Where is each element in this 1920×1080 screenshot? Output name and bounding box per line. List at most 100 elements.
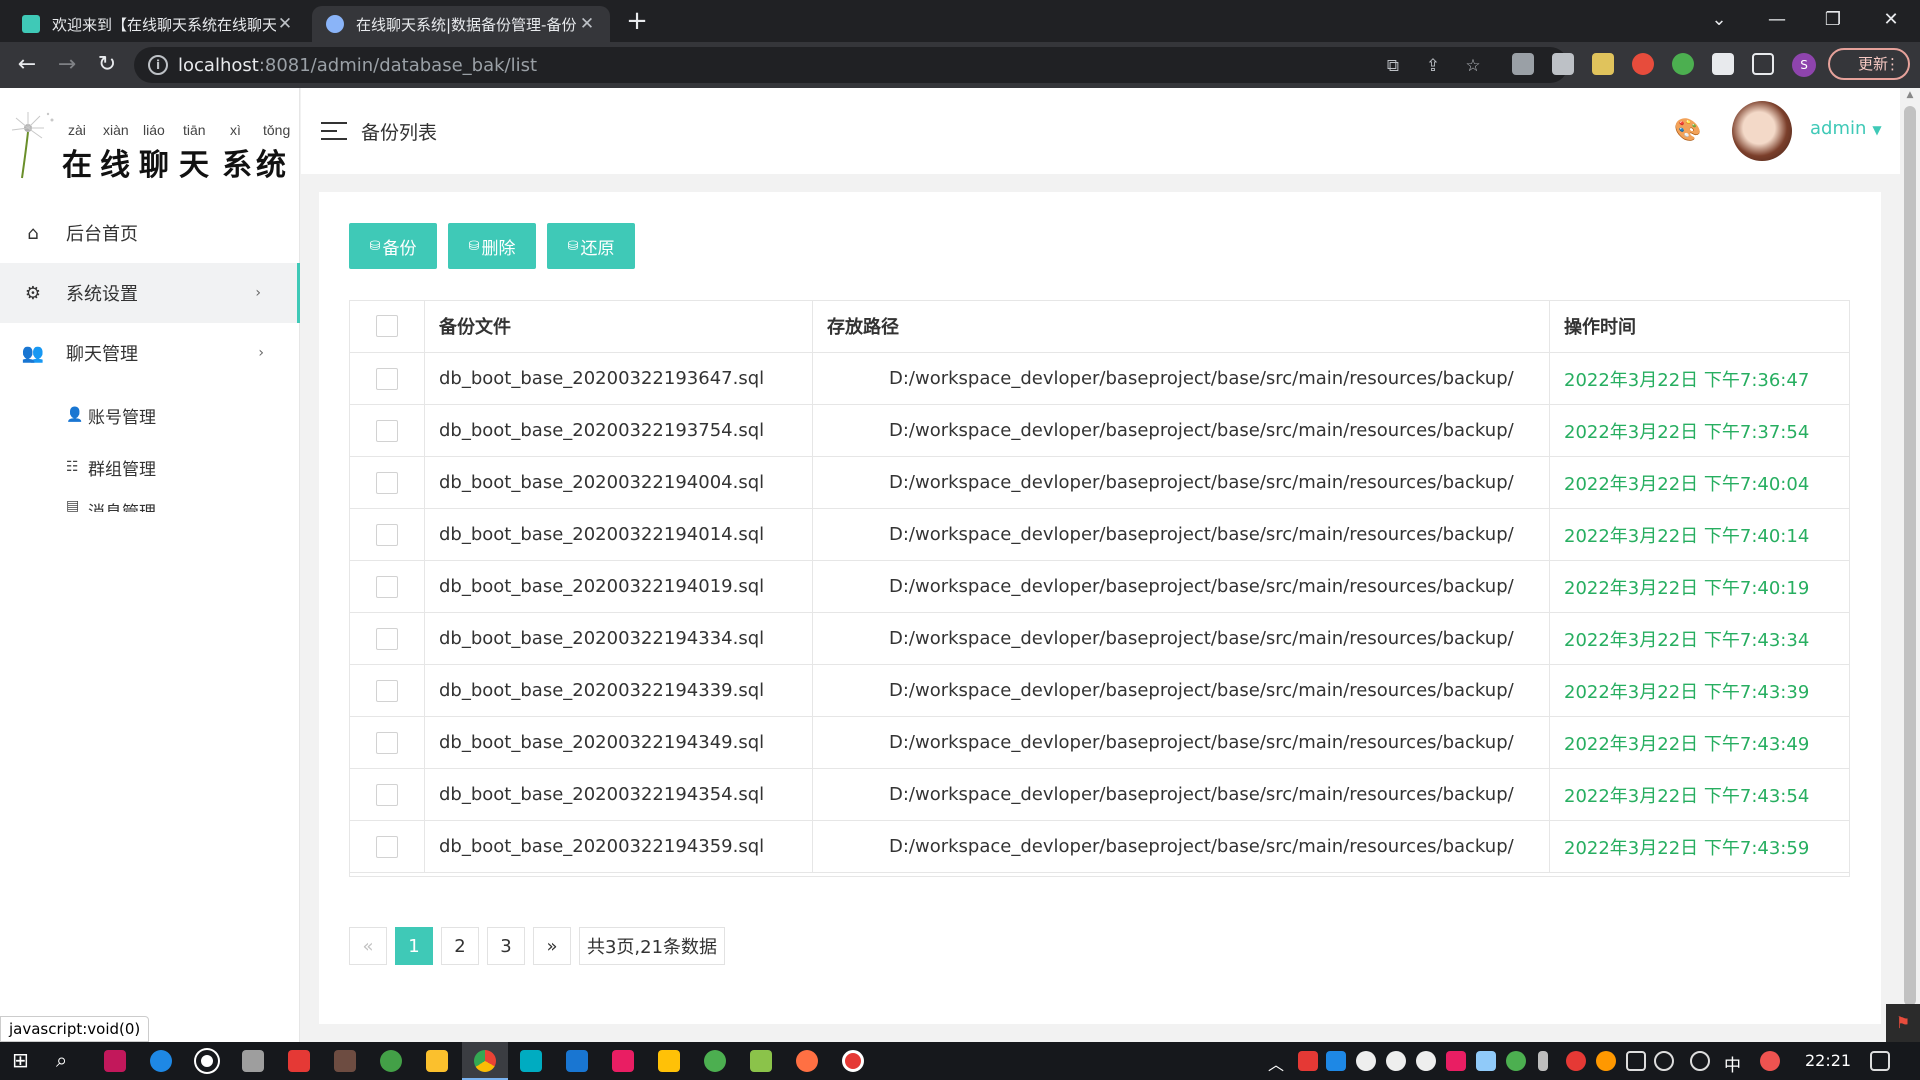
scrollbar-thumb[interactable] (1904, 106, 1916, 1006)
browser-tab[interactable]: 欢迎来到【在线聊天系统在线聊天 ✕ (8, 6, 308, 42)
row-checkbox[interactable] (375, 523, 398, 546)
taskbar-app-icon[interactable] (334, 1050, 356, 1072)
address-bar[interactable]: i localhost:8081/admin/database_bak/list… (134, 47, 1568, 83)
menu-toggle-icon[interactable] (321, 122, 347, 140)
flag-icon[interactable]: ⚑ (1886, 1004, 1920, 1042)
extension-camera-icon[interactable] (1552, 53, 1574, 75)
sidebar-item-chat-management[interactable]: 👥 聊天管理 › (0, 323, 300, 383)
tray-mic-icon[interactable] (1538, 1051, 1548, 1071)
share-icon[interactable]: ⇪ (1422, 55, 1444, 77)
firefox-icon[interactable] (796, 1050, 818, 1072)
close-tab-icon[interactable]: ✕ (276, 14, 294, 34)
tray-app-icon[interactable] (1326, 1051, 1346, 1071)
tray-record-icon[interactable] (1566, 1051, 1586, 1071)
bookmark-star-icon[interactable]: ☆ (1462, 55, 1484, 77)
restore-button[interactable]: ⛁ 还原 (547, 223, 635, 269)
minimize-button[interactable]: — (1752, 0, 1802, 42)
taskbar-app-icon[interactable] (104, 1050, 126, 1072)
row-checkbox[interactable] (375, 471, 398, 494)
tab-search-chevron-icon[interactable]: ⌄ (1694, 0, 1744, 42)
sidebar-subitem-messages[interactable]: ▤ 消息管理 (66, 498, 156, 512)
row-checkbox[interactable] (375, 367, 398, 390)
tray-app-icon[interactable] (1476, 1051, 1496, 1071)
sidebar-item-system-settings[interactable]: ⚙ 系统设置 › (0, 263, 300, 323)
taskbar-app-icon[interactable] (612, 1050, 634, 1072)
tray-qq-icon[interactable] (1416, 1051, 1436, 1071)
profile-avatar[interactable]: S (1792, 53, 1816, 77)
table-row[interactable]: db_boot_base_20200322194354.sql D:/works… (349, 769, 1850, 821)
taskbar-app-icon[interactable] (426, 1050, 448, 1072)
table-row[interactable]: db_boot_base_20200322193647.sql D:/works… (349, 353, 1850, 405)
user-menu[interactable]: admin ▼ (1810, 118, 1882, 139)
pagination-page-3[interactable]: 3 (487, 927, 525, 965)
column-header-file[interactable]: 备份文件 (425, 300, 813, 352)
side-panel-icon[interactable] (1752, 53, 1774, 75)
row-checkbox[interactable] (375, 835, 398, 858)
clock[interactable]: 22:21 (1805, 1051, 1851, 1070)
backup-button[interactable]: ⛁ 备份 (349, 223, 437, 269)
back-icon[interactable]: ← (12, 50, 42, 80)
pagination-page-1[interactable]: 1 (395, 927, 433, 965)
page-scrollbar[interactable]: ▲ (1900, 88, 1920, 1042)
column-header-path[interactable]: 存放路径 (813, 300, 1550, 352)
taskbar-app-icon[interactable] (196, 1050, 218, 1072)
pagination-page-2[interactable]: 2 (441, 927, 479, 965)
delete-button[interactable]: ⛁ 删除 (448, 223, 536, 269)
table-row[interactable]: db_boot_base_20200322194334.sql D:/works… (349, 613, 1850, 665)
tray-chevron-icon[interactable]: ︿ (1268, 1051, 1284, 1075)
notification-icon[interactable] (1870, 1051, 1890, 1071)
table-row[interactable]: db_boot_base_20200322194359.sql D:/works… (349, 821, 1850, 873)
sidebar-subitem-groups[interactable]: ☷ 群组管理 (66, 447, 156, 487)
record-icon[interactable] (842, 1050, 864, 1072)
avatar[interactable] (1732, 101, 1792, 161)
wechat-icon[interactable] (704, 1050, 726, 1072)
pen-icon[interactable] (1690, 1051, 1710, 1071)
network-icon[interactable] (1626, 1051, 1646, 1071)
forward-icon[interactable]: → (52, 50, 82, 80)
open-external-icon[interactable]: ⧉ (1382, 55, 1404, 77)
taskbar-app-icon[interactable] (520, 1050, 542, 1072)
row-checkbox[interactable] (375, 575, 398, 598)
table-row[interactable]: db_boot_base_20200322194014.sql D:/works… (349, 509, 1850, 561)
update-button[interactable]: 更新 ⋮ (1828, 48, 1910, 80)
reload-icon[interactable]: ↻ (92, 50, 122, 80)
table-row[interactable]: db_boot_base_20200322194339.sql D:/works… (349, 665, 1850, 717)
table-row[interactable]: db_boot_base_20200322193754.sql D:/works… (349, 405, 1850, 457)
table-row[interactable]: db_boot_base_20200322194019.sql D:/works… (349, 561, 1850, 613)
sidebar-item-dashboard[interactable]: ⌂ 后台首页 (0, 203, 300, 263)
row-checkbox[interactable] (375, 627, 398, 650)
search-icon[interactable]: ⌕ (56, 1048, 67, 1072)
select-all-checkbox[interactable] (375, 315, 398, 337)
row-checkbox[interactable] (375, 731, 398, 754)
scroll-up-icon[interactable]: ▲ (1900, 90, 1920, 100)
extension-translate-icon[interactable] (1512, 53, 1534, 75)
tray-qq-icon[interactable] (1386, 1051, 1406, 1071)
pagination-next[interactable]: » (533, 927, 571, 965)
taskbar-app-icon[interactable] (750, 1050, 772, 1072)
sogou-icon[interactable] (1760, 1051, 1780, 1071)
row-checkbox[interactable] (375, 783, 398, 806)
chrome-icon[interactable] (474, 1050, 496, 1072)
row-checkbox[interactable] (375, 679, 398, 702)
ime-indicator[interactable]: 中 (1724, 1051, 1741, 1076)
taskbar-app-icon[interactable] (566, 1050, 588, 1072)
close-window-button[interactable]: ✕ (1866, 0, 1916, 42)
extension-leaf-icon[interactable] (1672, 53, 1694, 75)
volume-muted-icon[interactable] (1654, 1051, 1674, 1071)
folder-icon[interactable] (658, 1050, 680, 1072)
extensions-puzzle-icon[interactable] (1712, 53, 1734, 75)
extension-image-icon[interactable] (1592, 53, 1614, 75)
taskbar-app-icon[interactable] (150, 1050, 172, 1072)
table-row[interactable]: db_boot_base_20200322194004.sql D:/works… (349, 457, 1850, 509)
tray-app-icon[interactable] (1446, 1051, 1466, 1071)
taskbar-app-icon[interactable] (380, 1050, 402, 1072)
browser-tab-active[interactable]: 在线聊天系统|数据备份管理-备份 ✕ (312, 6, 610, 42)
pagination-prev[interactable]: « (349, 927, 387, 965)
site-info-icon[interactable]: i (148, 55, 168, 75)
taskbar-app-icon[interactable] (288, 1050, 310, 1072)
tray-search-icon[interactable] (1596, 1051, 1616, 1071)
table-row[interactable]: db_boot_base_20200322194349.sql D:/works… (349, 717, 1850, 769)
sidebar-subitem-accounts[interactable]: 👤 账号管理 (66, 395, 156, 435)
extension-shield-icon[interactable] (1632, 53, 1654, 75)
palette-icon[interactable]: 🎨 (1674, 119, 1701, 143)
